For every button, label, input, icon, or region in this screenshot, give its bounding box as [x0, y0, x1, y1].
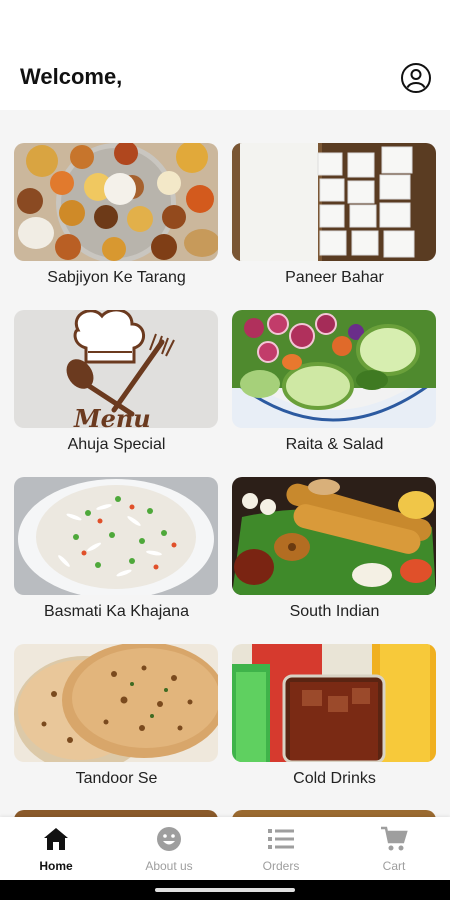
category-image [14, 810, 218, 817]
nav-about-us[interactable]: About us [124, 825, 214, 873]
page-title: Welcome, [20, 64, 123, 89]
thali-image [14, 143, 218, 261]
nav-label: Orders [262, 859, 300, 873]
bottom-navigation: Home About us Orders Cart [0, 817, 450, 880]
category-label: Cold Drinks [293, 770, 376, 787]
category-card-tandoor[interactable]: Tandoor Se [14, 644, 219, 788]
category-card-partial[interactable] [14, 810, 219, 817]
nav-label: Cart [382, 859, 406, 873]
salad-image [232, 310, 436, 428]
rice-image [14, 477, 218, 595]
dosa-image [232, 477, 436, 595]
home-icon [11, 825, 101, 853]
category-label: South Indian [289, 603, 380, 620]
category-card-paneer[interactable]: Paneer Bahar [232, 143, 437, 287]
list-icon [236, 825, 326, 853]
category-label: Paneer Bahar [285, 269, 384, 286]
home-indicator[interactable] [155, 888, 295, 892]
category-card-partial[interactable] [232, 810, 437, 817]
nav-orders[interactable]: Orders [236, 825, 326, 873]
smile-icon [124, 825, 214, 853]
naan-image [14, 644, 218, 762]
menu-logo-image: Menu [14, 310, 218, 428]
category-label: Basmati Ka Khajana [44, 603, 189, 620]
category-card-ahuja-special[interactable]: Menu Ahuja Special [14, 310, 219, 454]
category-card-raita-salad[interactable]: Raita & Salad [232, 310, 437, 454]
app-header: Welcome, [0, 0, 450, 110]
category-card-cold-drinks[interactable]: Cold Drinks [232, 644, 437, 788]
category-image [232, 810, 436, 817]
menu-logo-text: Menu [73, 404, 151, 428]
category-label: Raita & Salad [285, 436, 384, 453]
category-card-south-indian[interactable]: South Indian [232, 477, 437, 621]
category-label: Ahuja Special [67, 436, 166, 453]
paneer-image [232, 143, 436, 261]
cart-icon [349, 825, 439, 853]
drinks-image [232, 644, 436, 762]
category-card-basmati[interactable]: Basmati Ka Khajana [14, 477, 219, 621]
nav-label: About us [145, 859, 193, 873]
nav-cart[interactable]: Cart [349, 825, 439, 873]
nav-label: Home [39, 859, 73, 873]
category-label: Tandoor Se [75, 770, 158, 787]
category-grid: Sabjiyon Ke Tarang Paneer Bahar Menu Ahu… [0, 110, 450, 817]
profile-icon[interactable] [400, 62, 432, 94]
category-card-sabjiyon[interactable]: Sabjiyon Ke Tarang [14, 143, 219, 287]
category-label: Sabjiyon Ke Tarang [47, 269, 186, 286]
nav-home[interactable]: Home [11, 825, 101, 873]
